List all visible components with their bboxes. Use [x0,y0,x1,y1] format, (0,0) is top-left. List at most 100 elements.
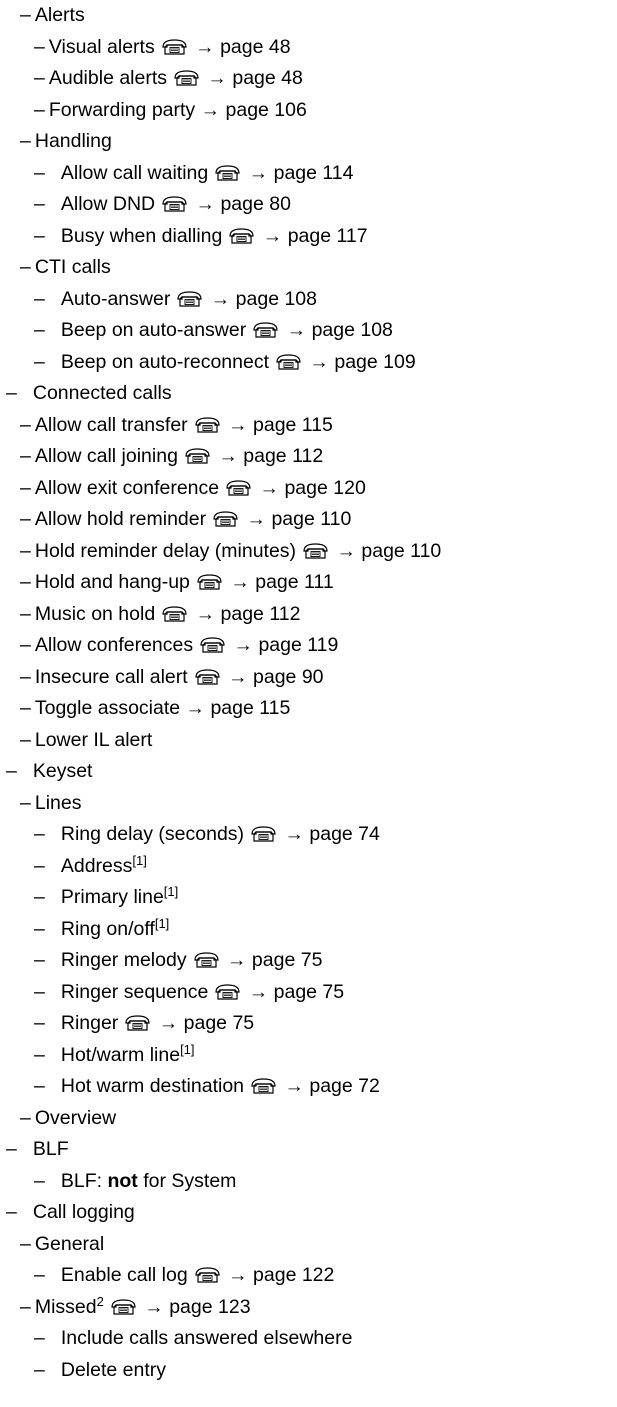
phone-icon-glyph [195,416,220,433]
bullet-dash: – [34,854,45,877]
menu-item-label: Hot warm destination [60,1075,245,1097]
menu-line: – Forwarding party → page 106 [34,97,307,123]
menu-line: – Ringer melody → page 75 [34,947,322,973]
menu-item-label: Allow exit conference [34,476,220,499]
menu-item-label: Keyset [32,760,93,782]
bullet-dash: – [20,728,31,751]
menu-line: – CTI calls [20,254,111,280]
menu-item-label: Ringer [60,1012,119,1034]
bullet-dash: – [34,287,45,310]
bullet-dash: – [34,350,45,373]
page-reference: → page 114 [243,161,354,184]
bullet-dash: – [34,193,45,215]
phone-icon [275,353,302,371]
phone-icon-glyph [197,574,222,590]
menu-line: – Keyset [6,758,92,784]
phone-icon [193,951,220,969]
menu-line: – Music on hold → page 112 [20,601,300,627]
bullet-dash: – [34,319,45,341]
phone-icon-glyph [215,983,240,1000]
phone-icon-glyph [251,1078,276,1094]
menu-line: – Allow exit conference → page 120 [20,475,366,501]
menu-line: – Connected calls [6,380,172,406]
bullet-dash: – [34,886,45,908]
phone-icon [110,1298,137,1316]
menu-item-label: Address [60,854,133,877]
bullet-dash: – [20,791,31,814]
page-reference: → page 90 [222,665,324,688]
emphasis-text: not [107,1169,138,1192]
menu-line: – Allow call waiting → page 114 [34,160,354,186]
menu-line: – Hot/warm line[1] [34,1042,195,1068]
menu-line: – Busy when dialling → page 117 [34,223,368,249]
bullet-dash: – [34,1169,45,1192]
phone-icon [225,479,252,497]
page-reference: → page 110 [241,508,352,530]
menu-line: – Alerts [20,2,85,28]
menu-item-label: Allow call joining [34,445,178,467]
bullet-dash: – [6,382,17,404]
footnote-ref: 2 [96,1293,104,1309]
phone-icon [250,825,277,843]
bullet-dash: – [20,445,31,467]
phone-icon [124,1014,151,1032]
page-reference: → page 75 [153,1012,255,1034]
page-reference: → page 111 [224,571,334,593]
menu-item-label: Handling [34,130,112,152]
menu-line: – Insecure call alert → page 90 [20,664,324,690]
bullet-dash: – [34,224,45,247]
menu-item-label: Call logging [32,1201,135,1223]
menu-line: – Allow hold reminder → page 110 [20,506,351,532]
bullet-dash: – [34,1075,45,1097]
menu-item-label: Insecure call alert [34,665,188,688]
phone-icon-glyph [251,826,276,842]
menu-line: – Ringer sequence → page 75 [34,979,344,1005]
phone-icon [196,573,223,591]
menu-item-label: Lower IL alert [34,728,153,751]
menu-line: – Call logging [6,1199,135,1225]
menu-line: – Auto-answer → page 108 [34,286,317,312]
bullet-dash: – [20,665,31,688]
menu-item-label: Beep on auto-reconnect [60,350,270,373]
phone-icon-glyph [213,511,238,527]
bullet-dash: – [34,67,45,89]
bullet-dash: – [34,98,45,121]
bullet-dash: – [20,256,31,278]
bullet-dash: – [34,1327,45,1349]
menu-item-label: Allow call waiting [60,161,209,184]
page-reference: → page 72 [279,1075,380,1097]
menu-item-label: Busy when dialling [60,224,223,247]
menu-item-label: Allow call transfer [34,413,188,436]
footnote-ref: [1] [180,1041,195,1057]
page-reference: → page 120 [254,476,366,499]
page-reference: → page 75 [221,949,323,971]
menu-item-label: BLF: [60,1169,108,1192]
phone-icon-glyph [226,479,251,496]
bullet-dash: – [34,917,45,940]
phone-icon-glyph [111,1298,136,1315]
bullet-dash: – [6,1138,17,1160]
bullet-dash: – [20,130,31,152]
menu-item-label: Allow DND [60,193,156,215]
phone-icon-glyph [193,952,219,968]
bullet-dash: – [20,697,31,719]
menu-line: – Allow call joining → page 112 [20,443,323,469]
bullet-dash: – [20,539,31,562]
bullet-dash: – [20,508,31,530]
page-reference: → page 122 [222,1264,335,1286]
menu-item-label: CTI calls [34,256,111,278]
phone-icon [161,38,188,56]
bullet-dash: – [34,161,45,184]
phone-icon [214,983,241,1001]
menu-line: – Delete entry [34,1357,166,1383]
menu-item-label: Include calls answered elsewhere [60,1327,353,1349]
phone-icon [194,1266,221,1284]
bullet-dash: – [20,1232,31,1255]
page-reference: → page 74 [279,823,380,845]
page-reference: → page 123 [138,1295,251,1318]
phone-icon-glyph [162,196,187,212]
menu-item-label: Visual alerts [48,35,155,58]
menu-item-label: Allow conferences [34,634,194,656]
phone-icon [176,290,203,308]
bullet-dash: – [6,1201,17,1223]
